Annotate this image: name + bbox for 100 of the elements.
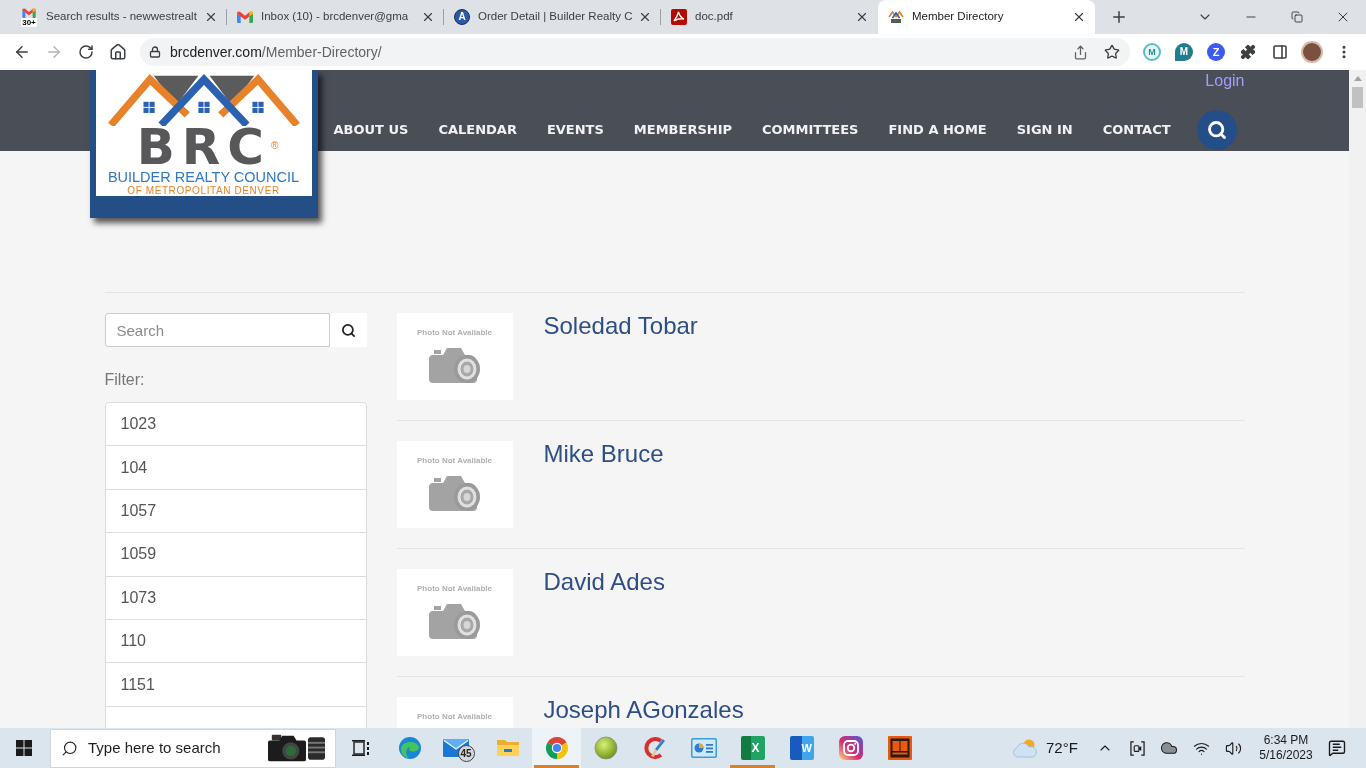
extension-button[interactable]: M — [1136, 38, 1168, 66]
orb-icon — [593, 736, 618, 760]
scrollbar[interactable] — [1349, 70, 1366, 728]
browser-tab[interactable]: Member Directory — [878, 0, 1095, 34]
running-indicator — [730, 765, 775, 768]
clock-button[interactable]: 6:34 PM 5/16/2023 — [1249, 728, 1323, 768]
photo-label: Photo Not Available — [417, 456, 492, 466]
logo-letters: BRC — [136, 127, 271, 167]
search-icon — [61, 739, 78, 757]
nav-link[interactable]: CALENDAR — [438, 120, 517, 140]
letter-cloud-icon: M — [1143, 43, 1161, 61]
browser-tab[interactable]: 30+ Search results - newwestrealt — [10, 0, 227, 34]
mail-icon — [22, 7, 36, 18]
home-icon — [109, 43, 127, 61]
task-view-icon — [351, 739, 370, 757]
close-icon — [638, 10, 652, 24]
tricolor-circle-icon — [544, 736, 569, 760]
panel-app-icon — [887, 736, 912, 760]
site-logo[interactable]: BRC® BUILDER REALTY COUNCIL OF METROPOLITAN DENVER — [89, 70, 318, 218]
address-bar[interactable]: brcdenver.com/Member-Directory/ — [140, 38, 1130, 66]
nav-link[interactable]: CONTACT — [1102, 120, 1171, 140]
back-icon — [13, 43, 31, 61]
side-panel-icon — [1272, 44, 1288, 60]
taskbar-search-box[interactable]: Type here to search — [50, 728, 336, 768]
count-badge: 30+ — [21, 17, 37, 27]
restore-icon — [1291, 11, 1303, 23]
weather-button[interactable]: 72°F — [1011, 728, 1089, 768]
member-name-link[interactable]: Joseph AGonzales — [543, 696, 744, 724]
close-icon — [855, 10, 869, 24]
search-input[interactable]: Type here to search — [88, 736, 258, 760]
search-icon — [340, 322, 356, 338]
member-name-link[interactable]: David Ades — [543, 568, 665, 596]
filter-item[interactable]: 104 — [105, 446, 366, 490]
mail-icon — [237, 11, 253, 23]
folder-icon — [495, 738, 520, 758]
url-text: brcdenver.com/Member-Directory/ — [170, 42, 382, 62]
swirl-icon — [397, 736, 422, 760]
cloud-icon — [1160, 739, 1178, 757]
cloud-sun-icon — [1011, 738, 1039, 758]
logo-subtitle: OF METROPOLITAN DENVER — [127, 185, 280, 196]
start-icon — [16, 740, 32, 756]
camera-outline-icon — [838, 736, 863, 760]
search-button[interactable] — [329, 313, 367, 347]
search-field[interactable]: Search — [104, 313, 330, 347]
letter-bubble-icon: M — [1175, 43, 1193, 61]
photo-label: Photo Not Available — [417, 584, 492, 594]
browser-tab[interactable]: Inbox (10) - brcdenver@gma — [227, 0, 444, 34]
nav-link[interactable]: SIGN IN — [1016, 120, 1073, 140]
photo-label: Photo Not Available — [417, 712, 492, 722]
photo-label: Photo Not Available — [417, 328, 492, 338]
logo-title: BUILDER REALTY COUNCIL — [107, 170, 300, 185]
nav-link[interactable]: EVENTS — [546, 120, 604, 140]
running-indicator — [534, 765, 579, 768]
taskbar-app-button[interactable]: 45 — [434, 728, 483, 768]
close-icon — [204, 10, 218, 24]
lens-icon — [308, 736, 325, 760]
filter-item[interactable]: 1059 — [105, 533, 366, 577]
camera-bracket-icon — [1129, 740, 1145, 756]
nav-link[interactable]: ABOUT US — [333, 120, 409, 140]
filter-item[interactable]: 1057 — [105, 489, 366, 534]
volume-icon — [1224, 739, 1242, 757]
camera-icon — [268, 733, 306, 763]
extension-button[interactable]: M — [1168, 38, 1200, 66]
card-app-icon — [690, 738, 717, 758]
document-icon — [671, 9, 687, 25]
filter-item[interactable]: 110 — [105, 619, 366, 664]
scroll-up-icon — [1353, 76, 1362, 81]
search-button[interactable] — [1196, 110, 1237, 150]
plus-icon — [1110, 8, 1128, 26]
filter-item[interactable]: 1023 — [105, 403, 366, 447]
cleaning-brush-icon — [642, 736, 667, 760]
nav-link[interactable]: MEMBERSHIP — [633, 120, 732, 140]
registered-mark: ® — [270, 141, 279, 151]
clock-date: 5/16/2023 — [1259, 748, 1313, 763]
avatar-icon — [1301, 41, 1323, 63]
document-tile-icon: W — [789, 736, 814, 760]
browser-tab[interactable]: doc.pdf — [661, 0, 878, 34]
member-name-link[interactable]: Soledad Tobar — [543, 312, 698, 340]
forward-icon — [45, 43, 63, 61]
member-name-link[interactable]: Mike Bruce — [543, 440, 664, 468]
extension-button[interactable]: Z — [1200, 38, 1232, 66]
lock-icon — [149, 46, 161, 58]
filter-item[interactable]: 1151 — [105, 663, 366, 707]
close-icon — [1072, 10, 1086, 24]
search-icon — [1206, 120, 1227, 140]
star-icon — [1104, 44, 1120, 60]
clock-time: 6:34 PM — [1263, 733, 1309, 748]
nav-link[interactable]: COMMITTEES — [762, 120, 859, 140]
notification-icon — [1328, 739, 1346, 757]
puzzle-icon — [1240, 44, 1256, 60]
spreadsheet-tile-icon: X — [740, 736, 765, 760]
filter-item[interactable]: 1073 — [105, 576, 366, 620]
nav-link[interactable]: FIND A HOME — [888, 120, 987, 140]
close-icon — [421, 10, 435, 24]
reload-icon — [78, 44, 94, 60]
browser-tab[interactable]: A Order Detail | Builder Realty C — [444, 0, 661, 34]
house-logo-icon — [888, 9, 904, 25]
scrollbar-thumb[interactable] — [1352, 87, 1363, 108]
share-icon — [1072, 44, 1088, 60]
filter-label: Filter: — [104, 370, 146, 390]
